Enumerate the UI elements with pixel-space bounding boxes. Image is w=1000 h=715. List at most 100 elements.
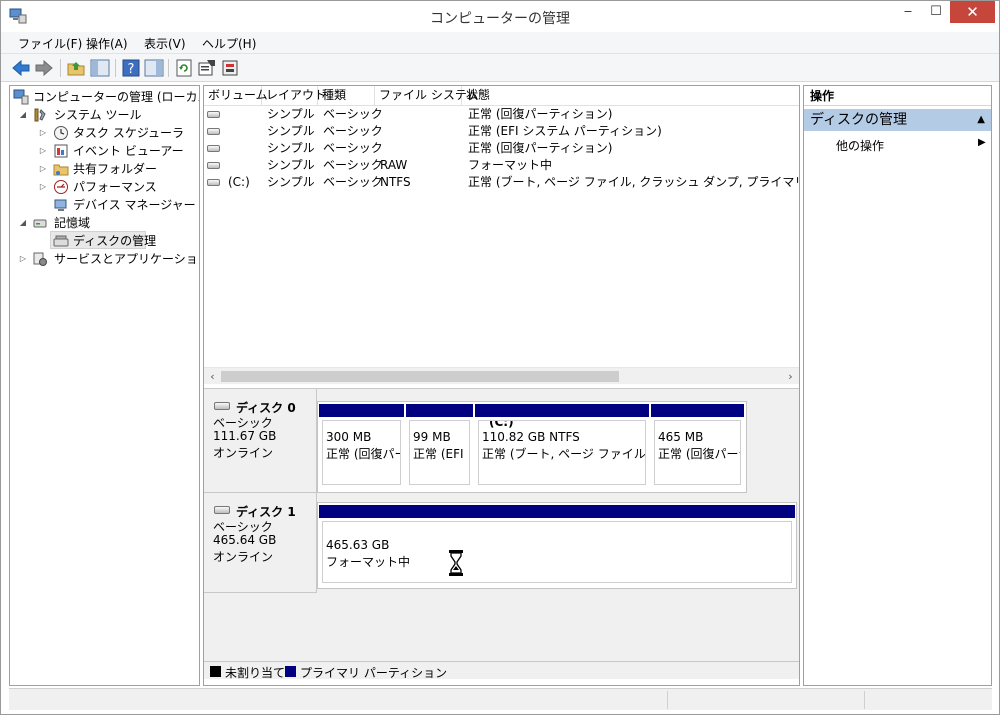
tree-item-root[interactable]: コンピューターの管理 (ローカル) [10, 88, 199, 106]
tree-label: コンピューターの管理 (ローカル) [33, 90, 200, 104]
disk-management-icon [53, 235, 69, 247]
volume-row[interactable]: シンプル ベーシック 正常 (EFI システム パーティション) [204, 123, 799, 140]
column-header-volume[interactable]: ボリューム [204, 86, 268, 106]
back-arrow-icon[interactable] [11, 58, 31, 78]
volume-layout: シンプル [267, 107, 315, 121]
collapse-up-icon[interactable]: ▲ [977, 109, 985, 131]
tree-item-services-apps[interactable]: ▷ サービスとアプリケーション [10, 250, 199, 268]
column-header-filesystem[interactable]: ファイル システム [375, 86, 478, 106]
partition-block[interactable]: 465.63 GB フォーマット中 [319, 505, 795, 586]
partition-block[interactable]: (C:) 110.82 GB NTFS 正常 (ブート, ページ ファイル, ク… [475, 404, 649, 488]
disk-1-partition-strip: 465.63 GB フォーマット中 [317, 502, 797, 589]
partition-status: 正常 (回復パーテ [658, 447, 740, 461]
tree-item-performance[interactable]: ▷ パフォーマンス [10, 178, 199, 196]
disk-0-label[interactable]: ディスク 0 ベーシック 111.67 GB オンライン [204, 389, 317, 493]
volume-layout: シンプル [267, 124, 315, 138]
tree-label: デバイス マネージャー [73, 198, 196, 212]
computer-management-icon [13, 89, 29, 105]
legend-primary: プライマリ パーティション [300, 666, 448, 680]
hard-disk-icon [214, 506, 230, 514]
actions-pane: 操作 ディスクの管理 ▲ 他の操作 ▶ [803, 85, 992, 686]
partition-size: 465 MB [658, 430, 704, 444]
tree-label: システム ツール [54, 108, 142, 122]
more-actions-item[interactable]: 他の操作 [836, 137, 884, 154]
menu-file[interactable]: ファイル(F) [18, 35, 82, 52]
volume-row[interactable]: シンプル ベーシック 正常 (回復パーティション) [204, 140, 799, 157]
disk-size: 111.67 GB [213, 429, 277, 443]
scrollbar-thumb[interactable] [221, 371, 619, 382]
close-button[interactable]: ✕ [950, 1, 995, 23]
disk-state: オンライン [213, 550, 274, 564]
partition-block[interactable]: 465 MB 正常 (回復パーテ [651, 404, 744, 488]
expand-icon[interactable]: ▷ [38, 178, 48, 196]
column-header-status[interactable]: 状態 [462, 86, 799, 106]
tree-label: パフォーマンス [73, 180, 157, 194]
properties-icon[interactable] [197, 58, 217, 78]
partition-status: 正常 (ブート, ページ ファイル, クラ [482, 447, 646, 461]
disk-settings-icon[interactable] [220, 58, 240, 78]
scroll-right-icon[interactable]: › [782, 368, 799, 385]
horizontal-scrollbar[interactable]: ‹ › [204, 367, 799, 384]
minimize-button[interactable]: ‒ [894, 1, 922, 23]
toolbar-separator [60, 59, 61, 77]
collapse-icon[interactable]: ◢ [18, 214, 28, 232]
show-hide-tree-icon[interactable] [90, 58, 110, 78]
partition-block[interactable]: 99 MB 正常 (EFI [406, 404, 473, 488]
partition-size: 465.63 GB [326, 538, 390, 552]
disk-1-label[interactable]: ディスク 1 ベーシック 465.64 GB オンライン [204, 493, 317, 593]
volume-row[interactable]: (C:) シンプル ベーシック NTFS 正常 (ブート, ページ ファイル, … [204, 174, 799, 191]
volume-row[interactable]: シンプル ベーシック RAW フォーマット中 [204, 157, 799, 174]
actions-section-disk-management[interactable]: ディスクの管理 ▲ [804, 109, 991, 131]
primary-partition-bar [319, 505, 795, 518]
tree-label: イベント ビューアー [73, 144, 184, 158]
volume-icon [207, 162, 220, 169]
title-bar: コンピューターの管理 ‒ ☐ ✕ [1, 1, 999, 32]
menu-help[interactable]: ヘルプ(H) [202, 35, 256, 52]
volume-status: 正常 (EFI システム パーティション) [468, 124, 662, 138]
scroll-left-icon[interactable]: ‹ [204, 368, 221, 385]
volume-type: ベーシック [323, 107, 383, 121]
tree-item-shared-folders[interactable]: ▷ 共有フォルダー [10, 160, 199, 178]
primary-partition-bar [406, 404, 473, 417]
volume-row[interactable]: シンプル ベーシック 正常 (回復パーティション) [204, 106, 799, 123]
help-icon[interactable]: ? [121, 58, 141, 78]
primary-partition-bar [475, 404, 649, 417]
tree-item-system-tools[interactable]: ◢ システム ツール [10, 106, 199, 124]
expand-icon[interactable]: ▷ [38, 160, 48, 178]
partition-title: (C:) [489, 420, 514, 429]
maximize-button[interactable]: ☐ [922, 1, 950, 23]
show-hide-action-pane-icon[interactable] [144, 58, 164, 78]
partition-size: 300 MB [326, 430, 372, 444]
tree-item-event-viewer[interactable]: ▷ イベント ビューアー [10, 142, 199, 160]
tree-item-device-manager[interactable]: デバイス マネージャー [10, 196, 199, 214]
menu-action[interactable]: 操作(A) [86, 35, 128, 52]
actions-section-label: ディスクの管理 [810, 112, 908, 128]
partition-block[interactable]: 300 MB 正常 (回復パーティ [319, 404, 404, 488]
expand-icon[interactable]: ▷ [38, 142, 48, 160]
tree-item-disk-management[interactable]: ディスクの管理 [50, 231, 156, 249]
refresh-icon[interactable] [174, 58, 194, 78]
volume-name: (C:) [228, 175, 250, 189]
expand-icon[interactable]: ▷ [38, 124, 48, 142]
volume-filesystem: RAW [380, 158, 408, 172]
services-icon [33, 252, 47, 266]
device-manager-icon [54, 199, 67, 211]
tree-item-task-scheduler[interactable]: ▷ タスク スケジューラ [10, 124, 199, 142]
tree-label: ディスクの管理 [73, 234, 157, 248]
collapse-icon[interactable]: ◢ [18, 106, 28, 124]
volume-layout: シンプル [267, 158, 315, 172]
column-header-layout[interactable]: レイアウト [262, 86, 326, 106]
forward-arrow-icon[interactable] [34, 58, 54, 78]
computer-management-window: コンピューターの管理 ‒ ☐ ✕ ファイル(F) 操作(A) 表示(V) ヘルプ… [0, 0, 1000, 715]
partition-status: フォーマット中 [326, 555, 411, 569]
column-header-type[interactable]: 種類 [318, 86, 375, 106]
menu-view[interactable]: 表示(V) [144, 35, 186, 52]
tree-item-storage[interactable]: ◢ 記憶域 [10, 214, 199, 232]
partition-status: 正常 (EFI [413, 447, 464, 461]
up-folder-icon[interactable] [66, 58, 86, 78]
expand-icon[interactable]: ▷ [18, 250, 28, 268]
volume-status: 正常 (回復パーティション) [468, 141, 613, 155]
submenu-arrow-icon[interactable]: ▶ [978, 137, 986, 148]
window-title: コンピューターの管理 [430, 11, 570, 27]
tree-label: サービスとアプリケーション [54, 252, 200, 266]
